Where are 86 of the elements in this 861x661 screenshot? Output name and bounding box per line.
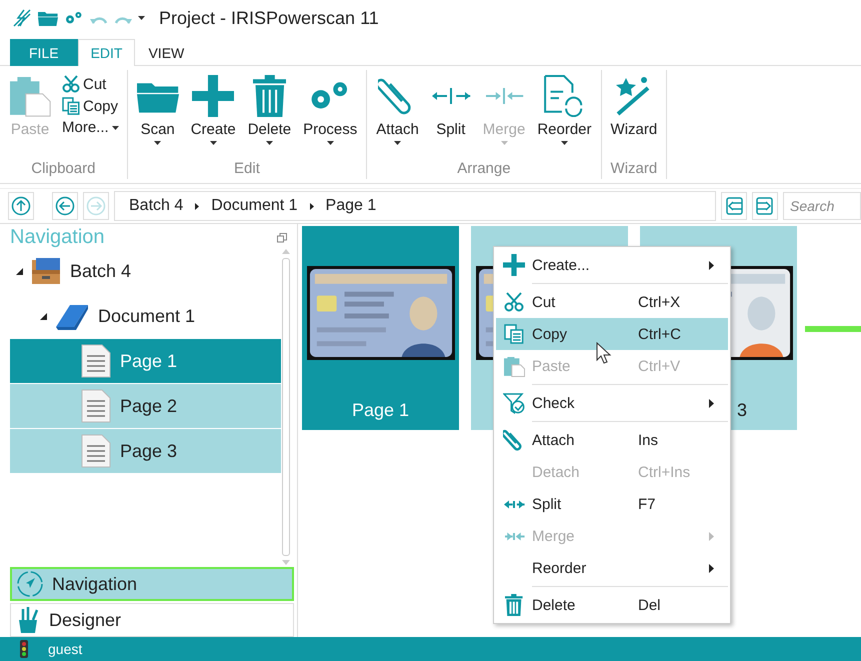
breadcrumb-item[interactable]: Batch 4 — [129, 197, 184, 215]
ribbon-button[interactable]: Delete — [244, 70, 294, 160]
page-thumbnail[interactable]: Page 1 — [302, 226, 459, 430]
copy-icon — [62, 97, 80, 115]
panel-button[interactable]: Designer — [10, 603, 294, 637]
menu-item[interactable]: Cut Ctrl+X — [496, 286, 728, 318]
tree-item[interactable]: Page 3 — [120, 440, 178, 462]
expand-list-icon — [755, 196, 775, 216]
expanded-triangle-icon — [40, 312, 47, 320]
merge-arrows-icon — [484, 86, 524, 106]
tree-item[interactable]: Page 2 — [120, 396, 178, 416]
menu-item[interactable]: Split F7 — [496, 488, 728, 520]
lightning-logo-icon — [12, 8, 32, 28]
panel-button[interactable]: Navigation — [10, 567, 294, 601]
panel-title: Navigation — [10, 226, 105, 249]
thumbnail-label: 3 — [736, 400, 747, 421]
shortcut-text: Ctrl+X — [638, 294, 682, 310]
plus-icon — [503, 254, 525, 276]
ribbon-button[interactable]: Create — [188, 70, 239, 160]
ribbon-tab[interactable]: EDIT — [78, 39, 136, 66]
split-arrows-icon — [503, 498, 525, 510]
menu-item[interactable]: Attach Ins — [496, 424, 728, 456]
menu-item[interactable]: Copy Ctrl+C — [496, 318, 728, 350]
collapse-list-icon — [724, 196, 744, 216]
menu-item[interactable]: Reorder — [496, 552, 728, 584]
up-button[interactable] — [8, 192, 34, 220]
group-label: Wizard — [610, 160, 658, 179]
ribbon-button[interactable]: Copy — [60, 96, 121, 116]
menu-item[interactable]: Create... — [496, 249, 728, 281]
thumbnail-label: Page 1 — [352, 400, 410, 421]
scroll-down-icon — [282, 560, 290, 565]
back-button[interactable] — [52, 192, 78, 220]
group-label: Arrange — [456, 160, 512, 179]
plus-icon — [192, 75, 234, 117]
scroll-up-icon — [282, 249, 290, 254]
menu-item[interactable]: Check — [496, 387, 728, 419]
window-title: Project - IRISPowerscan 11 — [159, 8, 379, 28]
ribbon-button[interactable]: Split — [428, 70, 474, 160]
restore-icon — [277, 232, 287, 242]
shortcut-text: Del — [638, 596, 662, 614]
scissors-icon — [62, 75, 80, 93]
breadcrumb-item[interactable]: Document 1 — [211, 197, 298, 215]
clipboard-icon — [503, 355, 525, 377]
scissors-icon — [504, 292, 524, 312]
ribbon-button[interactable]: Reorder — [534, 70, 595, 160]
trash-icon — [505, 594, 523, 616]
expanded-triangle-icon — [16, 268, 23, 274]
ribbon-button[interactable]: Attach — [373, 70, 422, 160]
folder-icon — [38, 10, 58, 26]
menu-item[interactable]: Delete Del — [496, 589, 728, 621]
merge-arrows-icon — [503, 530, 525, 542]
ribbon-tab[interactable]: FILE — [10, 39, 78, 66]
ribbon-button[interactable]: Process — [300, 70, 360, 160]
filter-check-icon — [503, 392, 525, 414]
ribbon-button[interactable]: Scan — [134, 70, 182, 160]
collapse-button[interactable] — [721, 192, 747, 220]
split-arrows-icon — [430, 86, 471, 106]
tree-item[interactable]: Batch 4 — [70, 260, 132, 282]
shortcut-text: F7 — [638, 496, 657, 512]
mouse-pointer-icon — [596, 342, 612, 364]
clipboard-icon — [9, 75, 51, 117]
trash-icon — [252, 75, 286, 117]
tree-item[interactable]: Document 1 — [98, 306, 196, 326]
caret-icon — [138, 16, 145, 20]
expand-button[interactable] — [752, 192, 778, 220]
ribbon-tab[interactable]: VIEW — [135, 39, 198, 66]
ribbon-button[interactable]: Wizard — [608, 70, 660, 160]
traffic-light-icon — [20, 640, 28, 658]
copy-icon — [504, 324, 524, 344]
search-field[interactable]: Search — [783, 192, 861, 220]
chevron-icon — [310, 202, 314, 210]
user-name: guest — [48, 641, 82, 657]
shortcut-text: Ins — [638, 432, 660, 448]
ribbon-button[interactable]: More... — [60, 118, 121, 137]
shortcut-text: Ctrl+V — [638, 358, 682, 374]
tree-item[interactable]: Page 1 — [120, 350, 178, 372]
shortcut-text: Ctrl+C — [638, 326, 682, 342]
shortcut-text: Ctrl+Ins — [638, 464, 692, 480]
ribbon-button[interactable]: Cut — [60, 74, 121, 94]
group-label: Edit — [233, 160, 261, 179]
scrollbar-thumb[interactable] — [282, 258, 290, 556]
group-label: Clipboard — [30, 160, 96, 179]
gears-icon — [64, 11, 84, 25]
chevron-icon — [195, 202, 200, 210]
breadcrumb-item[interactable]: Page 1 — [326, 197, 376, 215]
compass-icon — [16, 570, 44, 598]
